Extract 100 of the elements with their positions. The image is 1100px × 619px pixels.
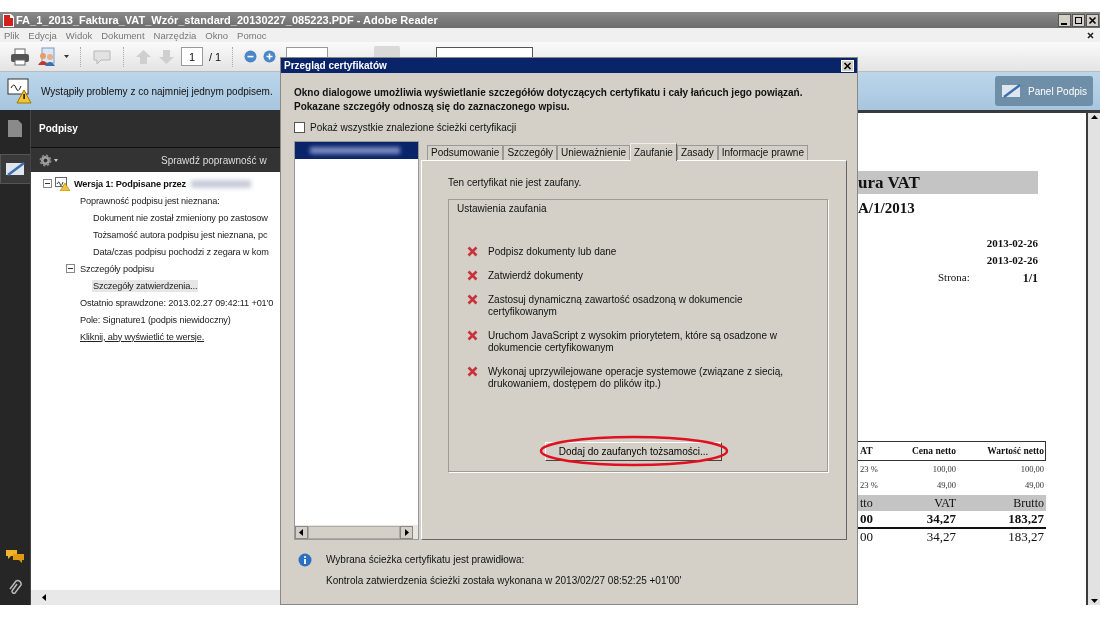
table-cell-text: 34,27 (925, 511, 957, 527)
validation-time: Kontrola zatwierdzenia ścieżki została wykonana w 2013/02/27 08:52:25 +01'00' (326, 575, 682, 586)
invoice-date: 2013-02-26 (986, 254, 1038, 266)
menu-item[interactable]: Plik (4, 29, 20, 41)
checkbox-label[interactable]: Pokaż wszystkie znalezione ścieżki certyfikacji (310, 122, 517, 133)
signatures-tab[interactable] (0, 154, 30, 184)
scroll-left-icon[interactable] (295, 525, 308, 539)
document-title: ura VAT (858, 172, 920, 193)
info-icon (298, 553, 312, 567)
table-cell-text: 49,00 (1023, 480, 1045, 490)
menu-item[interactable]: Edycja (28, 29, 57, 41)
pdf-icon (3, 13, 14, 27)
tab[interactable]: Unieważnienie (556, 145, 630, 160)
blurred-name (191, 179, 251, 188)
tree-item[interactable]: Pole: Signature1 (podpis niewidoczny) (79, 313, 232, 326)
table-cell-text: 00 (859, 511, 874, 527)
zoom-in-icon[interactable] (263, 50, 277, 63)
minimize-button[interactable] (1058, 13, 1071, 27)
table-cell-text: 100,00 (931, 464, 957, 474)
tree-item[interactable]: Wersja 1: Podpisane przez (73, 177, 187, 190)
menu-item[interactable]: Narzędzia (153, 29, 197, 41)
caret-icon[interactable] (64, 55, 69, 58)
signature-warning-icon (55, 176, 70, 191)
column-header: VAT (933, 495, 957, 511)
table-cell-text: 183,27 (1007, 529, 1045, 545)
add-trusted-button[interactable]: Dodaj do zaufanych tożsamości... (545, 442, 722, 461)
users-icon[interactable] (36, 46, 58, 67)
selected-list-row[interactable] (295, 142, 418, 159)
panel-title: Podpisy (39, 123, 78, 134)
tree-item[interactable]: Dokument nie został zmieniony po zastosow (92, 211, 269, 224)
tree-item[interactable]: Tożsamość autora podpisu jest nieznana, pc (92, 228, 269, 241)
menu-item[interactable]: Pomoc (237, 29, 267, 41)
close-icon[interactable] (1087, 31, 1094, 39)
tree-item[interactable]: Poprawność podpisu jest nieznana: (79, 194, 221, 207)
table-cell-text: 183,27 (1007, 511, 1045, 527)
up-arrow-icon (135, 48, 152, 65)
scroll-left-icon[interactable] (40, 593, 49, 602)
tab[interactable]: Szczegóły (503, 145, 557, 160)
tree-item[interactable]: Szczegóły zatwierdzenia... (92, 279, 199, 292)
tab[interactable]: Zasady (676, 145, 718, 160)
tab[interactable]: Zaufanie (630, 143, 677, 161)
invoice-date: 2013-02-26 (986, 237, 1038, 249)
collapse-icon[interactable] (66, 264, 75, 273)
table-cell-text: 00 (859, 529, 874, 545)
signature-warning-icon (7, 78, 33, 104)
notice-text: Wystąpiły problemy z co najmniej jednym podpisem. (41, 85, 273, 97)
column-header: Brutto (1012, 495, 1045, 511)
tab[interactable]: Informacje prawne (717, 145, 808, 160)
signature-pen-icon (4, 161, 27, 177)
menu-item[interactable]: Widok (65, 29, 93, 41)
tree-item[interactable]: Ostatnio sprawdzone: 2013.02.27 09:42:11 +01'0 (79, 296, 275, 309)
dialog-description: Okno dialogowe umożliwia wyświetlanie szczegółów dotyczących certyfikatu i cały łańcuch jego powiązań. Pokazane szczegóły odnoszą się do zaznaczonego wpisu. (294, 86, 804, 114)
scrollbar-thumb[interactable] (308, 525, 400, 539)
close-button[interactable] (1086, 13, 1099, 27)
group-title: Ustawienia zaufania (457, 203, 548, 214)
dialog-title: Przegląd certyfikatów (284, 60, 387, 71)
trust-setting: Zatwierdź dokumenty (488, 270, 585, 282)
comment-icon (92, 47, 112, 66)
scroll-down-icon[interactable] (1089, 596, 1099, 605)
trust-status: Ten certyfikat nie jest zaufany. (448, 177, 583, 188)
page-label: Strona: (938, 271, 970, 285)
page-total: / 1 (209, 50, 222, 63)
validate-all-link[interactable]: Sprawdź poprawność w (161, 154, 267, 166)
invoice-number: A/1/2013 (858, 200, 916, 217)
trust-setting: Zastosuj dynamiczną zawartość osadzoną w dokumencie certyfikowanym (488, 294, 744, 318)
vertical-scrollbar[interactable] (1088, 113, 1100, 605)
comments-icon[interactable] (5, 549, 25, 563)
down-arrow-icon (158, 48, 175, 65)
column-header: Wartość netto (986, 446, 1045, 456)
trust-setting: Wykonaj uprzywilejowane operacje systemowe (związane z siecią, drukowaniem, dostępem do plików itp.) (488, 366, 785, 390)
menu-item[interactable]: Okno (205, 29, 229, 41)
column-header: AT (859, 446, 874, 456)
menu-item[interactable]: Dokument (101, 29, 145, 41)
zoom-out-icon[interactable] (244, 50, 258, 63)
paperclip-icon[interactable] (8, 579, 22, 597)
column-header: Cena netto (910, 446, 957, 456)
table-cell-text: 34,27 (925, 529, 957, 545)
tree-item[interactable]: Szczegóły podpisu (79, 262, 156, 275)
maximize-button[interactable] (1072, 13, 1085, 27)
print-icon[interactable] (10, 47, 30, 66)
certificate-list[interactable] (294, 141, 419, 540)
checkbox[interactable] (294, 122, 305, 133)
gear-icon[interactable] (39, 153, 58, 167)
trust-setting: Uruchom JavaScript z wysokim priorytetem, które są osadzone w dokumencie certyfikowanym (488, 330, 778, 354)
column-header: tto (859, 495, 874, 511)
page-field[interactable]: 1 (181, 47, 203, 66)
window-title: FA_1_2013_Faktura_VAT_Wzór_standard_20130227_085223.PDF - Adobe Reader (16, 14, 438, 26)
pages-icon[interactable] (8, 120, 22, 137)
trust-setting: Podpisz dokumenty lub dane (488, 246, 618, 258)
table-cell-text: 49,00 (935, 480, 957, 490)
validity-message: Wybrana ścieżka certyfikatu jest prawidłowa: (326, 554, 526, 565)
page-value: 1/1 (1022, 271, 1038, 286)
tree-item[interactable]: Data/czas podpisu pochodzi z zegara w kom (92, 245, 270, 258)
scroll-right-icon[interactable] (400, 525, 413, 539)
tab[interactable]: Podsumowanie (427, 145, 504, 160)
collapse-icon[interactable] (43, 179, 52, 188)
table-cell-text: 100,00 (1019, 464, 1045, 474)
scroll-up-icon[interactable] (1089, 113, 1099, 122)
tree-link[interactable]: Kliknij, aby wyświetlić te wersje. (79, 330, 206, 343)
table-cell-text: 23 % (859, 464, 879, 474)
